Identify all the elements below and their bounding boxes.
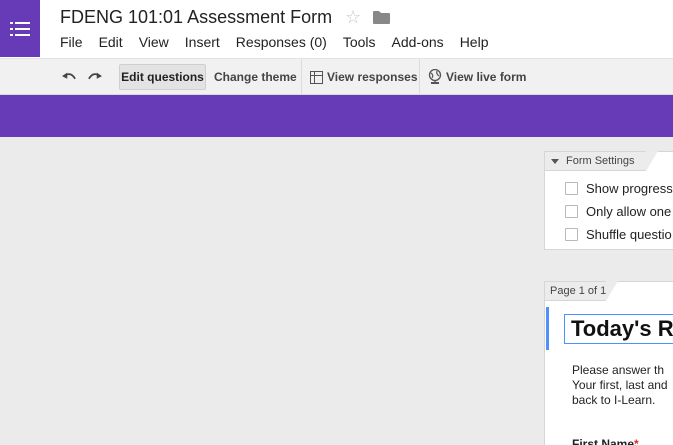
folder-icon[interactable] (373, 11, 390, 24)
setting-label: Only allow one (586, 204, 672, 219)
form-settings-panel: Form Settings Show progress Only allow o… (544, 151, 673, 250)
caret-down-icon (551, 158, 559, 164)
description-line: Your first, last and (572, 378, 668, 392)
form-title-input[interactable]: Today's R (564, 314, 673, 344)
menu-addons[interactable]: Add-ons (392, 34, 444, 51)
first-name-question[interactable]: First Name* (572, 437, 639, 445)
setting-shuffle-questions[interactable]: Shuffle questio (565, 227, 672, 242)
active-section-indicator (546, 307, 549, 350)
description-line: back to I-Learn. (572, 393, 656, 407)
view-responses-label: View responses (327, 70, 418, 84)
view-responses-button[interactable]: View responses (310, 64, 418, 90)
edit-questions-button[interactable]: Edit questions (119, 64, 206, 90)
only-allow-one-checkbox[interactable] (565, 205, 578, 218)
menu-responses[interactable]: Responses (0) (236, 34, 327, 51)
toolbar-divider (419, 59, 420, 95)
redo-button[interactable] (88, 64, 106, 90)
show-progress-checkbox[interactable] (565, 182, 578, 195)
spreadsheet-icon (310, 70, 323, 84)
star-icon[interactable]: ☆ (345, 7, 361, 27)
view-live-form-button[interactable]: View live form (428, 64, 526, 90)
page-indicator: Page 1 of 1 (544, 281, 618, 301)
toolbar: Edit questions Change theme View respons… (0, 58, 673, 95)
menu-edit[interactable]: Edit (99, 34, 123, 51)
setting-show-progress[interactable]: Show progress (565, 181, 673, 196)
setting-only-allow-one[interactable]: Only allow one (565, 204, 671, 219)
undo-icon (62, 72, 76, 80)
setting-label: Shuffle questio (586, 227, 672, 242)
form-page-panel: Page 1 of 1 Today's R Please answer th Y… (544, 281, 673, 445)
view-live-form-label: View live form (446, 70, 527, 84)
menu-bar: File Edit View Insert Responses (0) Tool… (60, 34, 504, 51)
toolbar-divider (301, 59, 302, 95)
menu-tools[interactable]: Tools (343, 34, 376, 51)
form-description[interactable]: Please answer th Your first, last and ba… (572, 363, 673, 408)
form-settings-toggle[interactable]: Form Settings (544, 151, 658, 171)
required-marker: * (634, 437, 639, 445)
description-line: Please answer th (572, 363, 665, 377)
form-settings-title: Form Settings (566, 155, 635, 167)
menu-insert[interactable]: Insert (185, 34, 220, 51)
question-label: First Name (572, 437, 635, 445)
setting-label: Show progress (586, 181, 673, 196)
globe-icon (428, 69, 442, 84)
undo-button[interactable] (62, 64, 80, 90)
menu-file[interactable]: File (60, 34, 83, 51)
forms-home-button[interactable] (0, 0, 40, 57)
theme-header-band (0, 95, 673, 137)
menu-view[interactable]: View (139, 34, 169, 51)
change-theme-button[interactable]: Change theme (214, 64, 297, 90)
shuffle-questions-checkbox[interactable] (565, 228, 578, 241)
redo-icon (88, 72, 102, 80)
forms-list-icon (10, 21, 30, 36)
menu-help[interactable]: Help (460, 34, 489, 51)
document-title[interactable]: FDENG 101:01 Assessment Form (60, 7, 332, 28)
